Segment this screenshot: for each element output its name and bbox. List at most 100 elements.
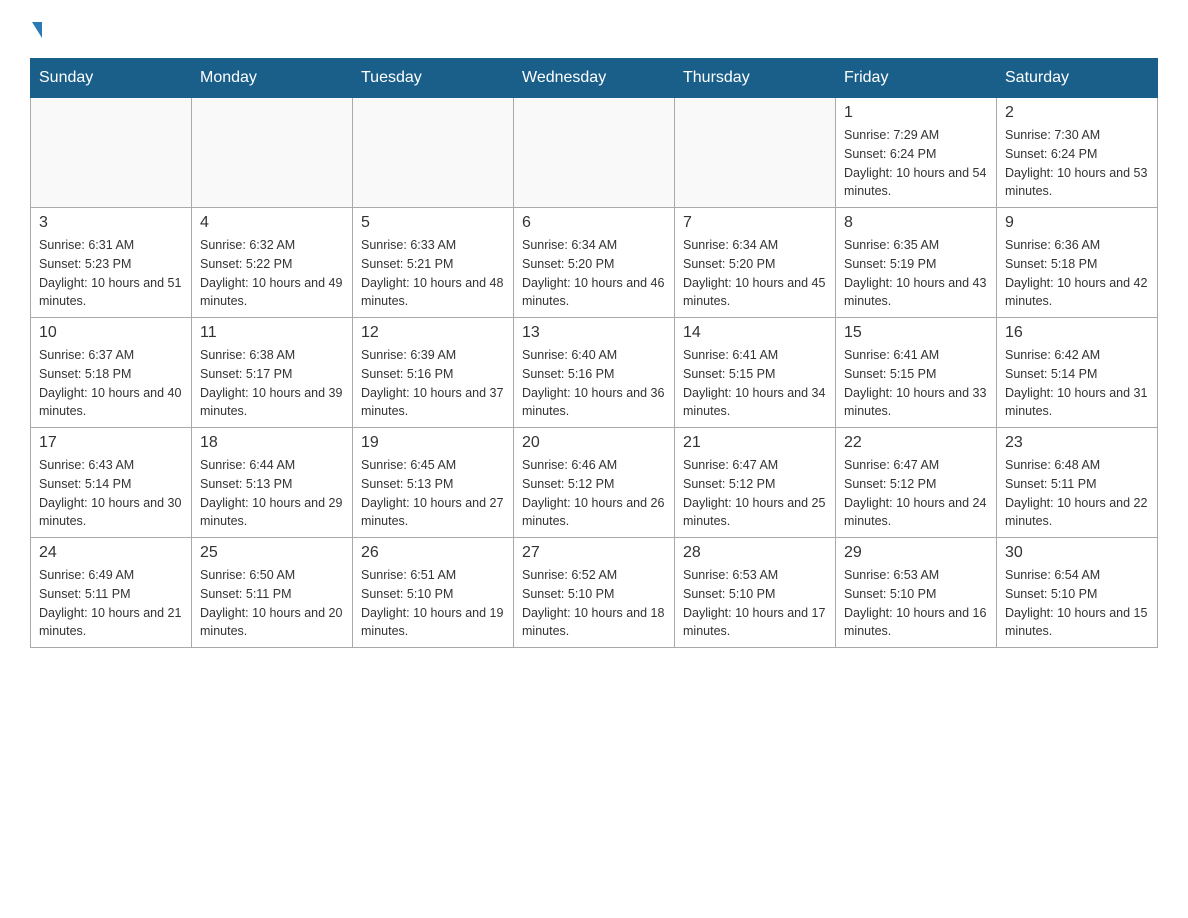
calendar-day-cell [353,98,514,208]
day-number: 18 [200,434,344,452]
calendar-day-cell: 24 Sunrise: 6:49 AM Sunset: 5:11 PM Dayli… [31,538,192,648]
day-info: Sunrise: 6:36 AM Sunset: 5:18 PM Dayligh… [1005,236,1149,311]
calendar-day-cell: 14 Sunrise: 6:41 AM Sunset: 5:15 PM Dayli… [675,318,836,428]
day-info: Sunrise: 6:53 AM Sunset: 5:10 PM Dayligh… [844,566,988,641]
calendar-day-cell: 6 Sunrise: 6:34 AM Sunset: 5:20 PM Daylig… [514,208,675,318]
day-number: 4 [200,214,344,232]
day-number: 22 [844,434,988,452]
day-info: Sunrise: 6:44 AM Sunset: 5:13 PM Dayligh… [200,456,344,531]
day-number: 21 [683,434,827,452]
calendar-day-cell: 9 Sunrise: 6:36 AM Sunset: 5:18 PM Daylig… [997,208,1158,318]
calendar-day-cell: 8Sunrise: 6:35 AM Sunset: 5:19 PM Daylig… [836,208,997,318]
day-info: Sunrise: 6:38 AM Sunset: 5:17 PM Dayligh… [200,346,344,421]
calendar-day-cell: 23 Sunrise: 6:48 AM Sunset: 5:11 PM Dayli… [997,428,1158,538]
calendar-day-cell: 19 Sunrise: 6:45 AM Sunset: 5:13 PM Dayli… [353,428,514,538]
calendar-day-cell [675,98,836,208]
day-number: 6 [522,214,666,232]
calendar-day-cell: 16Sunrise: 6:42 AM Sunset: 5:14 PM Dayli… [997,318,1158,428]
calendar-day-cell: 25 Sunrise: 6:50 AM Sunset: 5:11 PM Dayli… [192,538,353,648]
day-number: 29 [844,544,988,562]
day-info: Sunrise: 6:35 AM Sunset: 5:19 PM Dayligh… [844,236,988,311]
day-info: Sunrise: 6:46 AM Sunset: 5:12 PM Dayligh… [522,456,666,531]
calendar-week-row: 10 Sunrise: 6:37 AM Sunset: 5:18 PM Dayli… [31,318,1158,428]
day-info: Sunrise: 6:34 AM Sunset: 5:20 PM Dayligh… [522,236,666,311]
calendar-day-cell: 15 Sunrise: 6:41 AM Sunset: 5:15 PM Dayli… [836,318,997,428]
calendar-day-cell: 22 Sunrise: 6:47 AM Sunset: 5:12 PM Dayli… [836,428,997,538]
day-number: 1 [844,104,988,122]
day-number: 9 [1005,214,1149,232]
day-info: Sunrise: 6:39 AM Sunset: 5:16 PM Dayligh… [361,346,505,421]
day-info: Sunrise: 6:31 AM Sunset: 5:23 PM Dayligh… [39,236,183,311]
day-info: Sunrise: 6:40 AM Sunset: 5:16 PM Dayligh… [522,346,666,421]
day-info: Sunrise: 6:54 AM Sunset: 5:10 PM Dayligh… [1005,566,1149,641]
day-of-week-header: Sunday [31,59,192,98]
day-number: 19 [361,434,505,452]
day-number: 3 [39,214,183,232]
day-of-week-header: Saturday [997,59,1158,98]
day-number: 2 [1005,104,1149,122]
day-number: 13 [522,324,666,342]
day-of-week-header: Wednesday [514,59,675,98]
day-of-week-header: Thursday [675,59,836,98]
day-info: Sunrise: 6:37 AM Sunset: 5:18 PM Dayligh… [39,346,183,421]
day-info: Sunrise: 6:34 AM Sunset: 5:20 PM Dayligh… [683,236,827,311]
calendar-day-cell: 20 Sunrise: 6:46 AM Sunset: 5:12 PM Dayli… [514,428,675,538]
logo [30,20,42,38]
day-info: Sunrise: 6:48 AM Sunset: 5:11 PM Dayligh… [1005,456,1149,531]
day-number: 15 [844,324,988,342]
logo-triangle-icon [32,22,42,38]
day-number: 27 [522,544,666,562]
day-info: Sunrise: 6:45 AM Sunset: 5:13 PM Dayligh… [361,456,505,531]
day-info: Sunrise: 6:32 AM Sunset: 5:22 PM Dayligh… [200,236,344,311]
calendar-week-row: 3 Sunrise: 6:31 AM Sunset: 5:23 PM Daylig… [31,208,1158,318]
calendar-day-cell: 11Sunrise: 6:38 AM Sunset: 5:17 PM Dayli… [192,318,353,428]
day-info: Sunrise: 6:33 AM Sunset: 5:21 PM Dayligh… [361,236,505,311]
day-number: 7 [683,214,827,232]
day-of-week-header: Friday [836,59,997,98]
calendar-table: SundayMondayTuesdayWednesdayThursdayFrid… [30,58,1158,648]
day-info: Sunrise: 6:41 AM Sunset: 5:15 PM Dayligh… [683,346,827,421]
day-number: 10 [39,324,183,342]
day-info: Sunrise: 6:49 AM Sunset: 5:11 PM Dayligh… [39,566,183,641]
day-number: 24 [39,544,183,562]
calendar-day-cell: 18 Sunrise: 6:44 AM Sunset: 5:13 PM Dayli… [192,428,353,538]
calendar-day-cell: 3 Sunrise: 6:31 AM Sunset: 5:23 PM Daylig… [31,208,192,318]
day-number: 26 [361,544,505,562]
calendar-day-cell: 7 Sunrise: 6:34 AM Sunset: 5:20 PM Daylig… [675,208,836,318]
day-info: Sunrise: 6:47 AM Sunset: 5:12 PM Dayligh… [844,456,988,531]
calendar-week-row: 17Sunrise: 6:43 AM Sunset: 5:14 PM Dayli… [31,428,1158,538]
calendar-day-cell [514,98,675,208]
day-number: 14 [683,324,827,342]
calendar-day-cell: 13 Sunrise: 6:40 AM Sunset: 5:16 PM Dayli… [514,318,675,428]
day-info: Sunrise: 6:52 AM Sunset: 5:10 PM Dayligh… [522,566,666,641]
calendar-day-cell: 12Sunrise: 6:39 AM Sunset: 5:16 PM Dayli… [353,318,514,428]
calendar-day-cell: 30Sunrise: 6:54 AM Sunset: 5:10 PM Dayli… [997,538,1158,648]
day-info: Sunrise: 7:29 AM Sunset: 6:24 PM Dayligh… [844,126,988,201]
calendar-day-cell: 10 Sunrise: 6:37 AM Sunset: 5:18 PM Dayli… [31,318,192,428]
day-info: Sunrise: 6:47 AM Sunset: 5:12 PM Dayligh… [683,456,827,531]
calendar-day-cell: 28 Sunrise: 6:53 AM Sunset: 5:10 PM Dayli… [675,538,836,648]
day-number: 25 [200,544,344,562]
day-info: Sunrise: 6:50 AM Sunset: 5:11 PM Dayligh… [200,566,344,641]
day-number: 28 [683,544,827,562]
page-header [30,20,1158,38]
calendar-day-cell [192,98,353,208]
day-info: Sunrise: 6:41 AM Sunset: 5:15 PM Dayligh… [844,346,988,421]
day-info: Sunrise: 7:30 AM Sunset: 6:24 PM Dayligh… [1005,126,1149,201]
day-number: 23 [1005,434,1149,452]
calendar-day-cell: 1 Sunrise: 7:29 AM Sunset: 6:24 PM Daylig… [836,98,997,208]
calendar-day-cell [31,98,192,208]
day-info: Sunrise: 6:53 AM Sunset: 5:10 PM Dayligh… [683,566,827,641]
calendar-day-cell: 21 Sunrise: 6:47 AM Sunset: 5:12 PM Dayli… [675,428,836,538]
day-number: 5 [361,214,505,232]
day-info: Sunrise: 6:43 AM Sunset: 5:14 PM Dayligh… [39,456,183,531]
calendar-day-cell: 5 Sunrise: 6:33 AM Sunset: 5:21 PM Daylig… [353,208,514,318]
calendar-day-cell: 17Sunrise: 6:43 AM Sunset: 5:14 PM Dayli… [31,428,192,538]
calendar-week-row: 1 Sunrise: 7:29 AM Sunset: 6:24 PM Daylig… [31,98,1158,208]
day-number: 20 [522,434,666,452]
calendar-header-row: SundayMondayTuesdayWednesdayThursdayFrid… [31,59,1158,98]
calendar-day-cell: 26Sunrise: 6:51 AM Sunset: 5:10 PM Dayli… [353,538,514,648]
calendar-day-cell: 2 Sunrise: 7:30 AM Sunset: 6:24 PM Daylig… [997,98,1158,208]
calendar-day-cell: 4 Sunrise: 6:32 AM Sunset: 5:22 PM Daylig… [192,208,353,318]
day-info: Sunrise: 6:42 AM Sunset: 5:14 PM Dayligh… [1005,346,1149,421]
